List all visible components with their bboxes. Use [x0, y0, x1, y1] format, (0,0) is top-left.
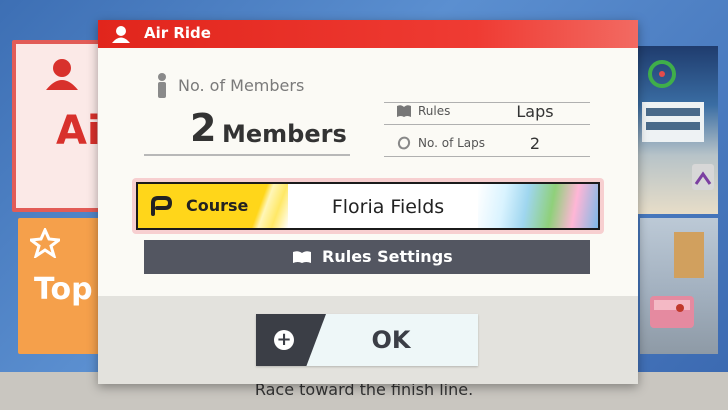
course-path-icon — [151, 196, 173, 216]
lap-icon — [397, 136, 411, 150]
rule-row-laps[interactable]: No. of Laps 2 — [384, 132, 590, 156]
rules-settings-button[interactable]: Rules Settings — [144, 240, 590, 274]
ok-button[interactable]: + OK — [256, 314, 478, 366]
rule-label-rules: Rules — [418, 104, 451, 118]
course-selector[interactable]: Course Floria Fields — [132, 178, 604, 234]
rules-bottom-divider — [384, 156, 590, 157]
book-icon — [293, 251, 311, 263]
rules-mid-divider — [384, 124, 590, 125]
dialog-header: Air Ride — [98, 20, 638, 48]
rule-row-rules[interactable]: Rules Laps — [384, 100, 590, 124]
dialog-title: Air Ride — [144, 24, 211, 42]
course-selector-frame: Course Floria Fields — [136, 182, 600, 230]
members-label: No. of Members — [178, 76, 305, 95]
dialog-footer: + OK — [98, 296, 638, 384]
members-underline — [144, 154, 350, 156]
star-icon — [30, 228, 60, 258]
members-count[interactable]: 2 — [190, 106, 216, 150]
course-label: Course — [186, 196, 249, 215]
course-preview-image — [478, 184, 598, 228]
rule-label-laps: No. of Laps — [418, 136, 486, 150]
book-icon — [397, 105, 411, 117]
vehicle-preview-image — [640, 218, 718, 354]
course-tag: Course — [138, 184, 288, 228]
air-ride-icon — [112, 26, 130, 43]
rule-value-laps: 2 — [529, 134, 541, 153]
rule-value-rules: Laps — [516, 102, 554, 121]
rules-settings-label: Rules Settings — [322, 247, 453, 266]
course-name: Floria Fields — [331, 196, 445, 218]
plus-button-icon: + — [274, 330, 294, 350]
ok-label: OK — [371, 326, 411, 354]
vehicle-preview-art — [650, 232, 704, 328]
stage-preview-image — [636, 46, 718, 214]
air-ride-tile[interactable]: Air — [12, 40, 112, 212]
tile-label-top: Top — [34, 272, 93, 307]
person-icon — [158, 73, 166, 98]
air-ride-dialog: Air Ride No. of Members 2 Members Rules … — [98, 20, 638, 384]
members-unit: Members — [222, 120, 347, 148]
air-ride-icon — [46, 59, 78, 90]
stage-preview-art — [642, 60, 714, 190]
top-ride-tile[interactable]: Top — [18, 218, 108, 354]
